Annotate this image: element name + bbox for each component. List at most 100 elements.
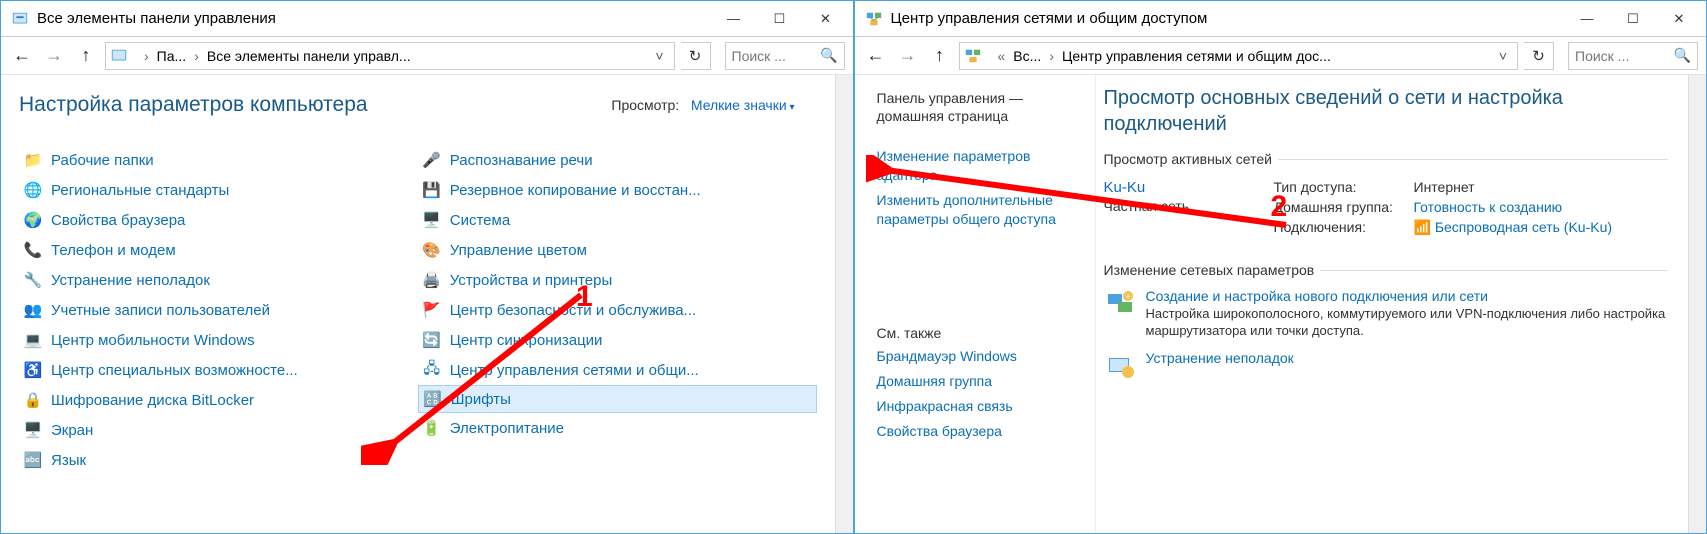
- breadcrumb-sep-icon: ›: [1047, 48, 1056, 64]
- power-icon: 🔋: [422, 418, 442, 438]
- col-2: 🎤Распознавание речи 💾Резервное копирован…: [418, 145, 817, 475]
- font-icon: 🔠: [423, 389, 443, 409]
- troubleshoot-icon: [1104, 350, 1138, 384]
- minimize-button[interactable]: —: [711, 4, 757, 34]
- item-internet-options[interactable]: 🌍Свойства браузера: [19, 205, 418, 235]
- sidebar-link-browser-props[interactable]: Свойства браузера: [877, 422, 1083, 441]
- connections-label: Подключения:: [1274, 219, 1414, 236]
- minimize-button[interactable]: —: [1564, 4, 1610, 34]
- entry-troubleshoot[interactable]: Устранение неполадок: [1104, 350, 1669, 384]
- content-pane: Панель управления — домашняя страница Из…: [855, 75, 1707, 533]
- close-button[interactable]: ✕: [1656, 4, 1702, 34]
- breadcrumb-1[interactable]: Па...: [157, 48, 187, 64]
- window-control-panel: Все элементы панели управления — ☐ ✕ ← →…: [0, 0, 854, 534]
- language-icon: 🔤: [23, 450, 43, 470]
- svg-text:+: +: [1125, 292, 1131, 303]
- refresh-button[interactable]: ↻: [681, 42, 711, 70]
- close-button[interactable]: ✕: [803, 4, 849, 34]
- network-icon: [865, 10, 883, 28]
- breadcrumb-sep-icon: ›: [192, 48, 201, 64]
- wrench-icon: 🔧: [23, 270, 43, 290]
- active-networks-heading: Просмотр активных сетей: [1104, 151, 1669, 167]
- address-bar[interactable]: › Па... › Все элементы панели управл... …: [105, 42, 675, 70]
- entry-new-connection[interactable]: + Создание и настройка нового подключени…: [1104, 288, 1669, 340]
- search-icon: 🔍: [820, 47, 837, 64]
- view-value-link[interactable]: Мелкие значки: [691, 97, 795, 113]
- item-language[interactable]: 🔤Язык: [19, 445, 418, 475]
- content-pane: Настройка параметров компьютера Просмотр…: [1, 75, 853, 533]
- refresh-button[interactable]: ↻: [1524, 42, 1554, 70]
- item-backup[interactable]: 💾Резервное копирование и восстан...: [418, 175, 817, 205]
- control-panel-icon: [110, 47, 128, 65]
- item-system[interactable]: 🖥️Система: [418, 205, 817, 235]
- sidebar-home[interactable]: Панель управления — домашняя страница: [877, 89, 1083, 125]
- page-heading: Просмотр основных сведений о сети и наст…: [1104, 85, 1669, 137]
- chevron-down-icon[interactable]: ˅: [649, 48, 669, 64]
- address-bar[interactable]: « Вс... › Центр управления сетями и общи…: [959, 42, 1519, 70]
- search-placeholder: Поиск ...: [1575, 48, 1629, 64]
- sidebar-link-advanced-sharing[interactable]: Изменить дополнительные параметры общего…: [877, 191, 1083, 229]
- item-speech[interactable]: 🎤Распознавание речи: [418, 145, 817, 175]
- item-sync-center[interactable]: 🔄Центр синхронизации: [418, 325, 817, 355]
- item-work-folders[interactable]: 📁Рабочие папки: [19, 145, 418, 175]
- wifi-signal-icon: 📶: [1414, 219, 1435, 235]
- network-block: Ku-Ku Частная сеть Тип доступа:Интернет …: [1104, 179, 1669, 240]
- item-power[interactable]: 🔋Электропитание: [418, 413, 817, 443]
- item-fonts[interactable]: 🔠Шрифты: [418, 385, 817, 413]
- scrollbar[interactable]: [835, 75, 853, 533]
- window-title: Все элементы панели управления: [37, 10, 711, 27]
- sync-icon: 🔄: [422, 330, 442, 350]
- sidebar-link-adapter-settings[interactable]: Изменение параметров адаптера: [877, 147, 1083, 185]
- network-name[interactable]: Ku-Ku: [1104, 179, 1274, 196]
- back-button[interactable]: ←: [863, 43, 889, 69]
- breadcrumb-sep-icon: ›: [142, 48, 151, 64]
- scrollbar[interactable]: [1688, 75, 1706, 533]
- up-button[interactable]: ↑: [73, 43, 99, 69]
- item-bitlocker[interactable]: 🔒Шифрование диска BitLocker: [19, 385, 418, 415]
- main-content: Просмотр основных сведений о сети и наст…: [1095, 75, 1689, 533]
- entry-desc: Настройка широкополосного, коммутируемог…: [1146, 306, 1669, 340]
- item-ease-of-access[interactable]: ♿Центр специальных возможносте...: [19, 355, 418, 385]
- breadcrumb-2[interactable]: Все элементы панели управл...: [207, 48, 411, 64]
- sidebar: Панель управления — домашняя страница Из…: [855, 75, 1095, 533]
- folder-icon: 📁: [23, 150, 43, 170]
- display-icon: 🖥️: [23, 420, 43, 440]
- item-color-mgmt[interactable]: 🎨Управление цветом: [418, 235, 817, 265]
- item-user-accounts[interactable]: 👥Учетные записи пользователей: [19, 295, 418, 325]
- lock-icon: 🔒: [23, 390, 43, 410]
- sidebar-link-infrared[interactable]: Инфракрасная связь: [877, 397, 1083, 416]
- breadcrumb-2[interactable]: Центр управления сетями и общим дос...: [1062, 48, 1331, 64]
- connections-link[interactable]: 📶 Беспроводная сеть (Ku-Ku): [1414, 219, 1613, 236]
- search-input[interactable]: Поиск ... 🔍: [725, 42, 845, 70]
- item-troubleshoot[interactable]: 🔧Устранение неполадок: [19, 265, 418, 295]
- view-selector: Просмотр: Мелкие значки: [611, 97, 794, 113]
- sidebar-link-firewall[interactable]: Брандмауэр Windows: [877, 347, 1083, 366]
- items-grid: 📁Рабочие папки 🌐Региональные стандарты 🌍…: [19, 145, 817, 475]
- search-input[interactable]: Поиск ... 🔍: [1568, 42, 1698, 70]
- item-mobility-center[interactable]: 💻Центр мобильности Windows: [19, 325, 418, 355]
- maximize-button[interactable]: ☐: [1610, 4, 1656, 34]
- item-network-sharing[interactable]: 🖧Центр управления сетями и общи...: [418, 355, 817, 385]
- forward-button[interactable]: →: [41, 43, 67, 69]
- change-settings-section: Изменение сетевых параметров + Создание …: [1104, 262, 1669, 384]
- item-devices-printers[interactable]: 🖨️Устройства и принтеры: [418, 265, 817, 295]
- sidebar-link-homegroup[interactable]: Домашняя группа: [877, 372, 1083, 391]
- control-panel-icon: [11, 10, 29, 28]
- flag-icon: 🚩: [422, 300, 442, 320]
- maximize-button[interactable]: ☐: [757, 4, 803, 34]
- item-region[interactable]: 🌐Региональные стандарты: [19, 175, 418, 205]
- titlebar: Все элементы панели управления — ☐ ✕: [1, 1, 853, 37]
- item-security-maint[interactable]: 🚩Центр безопасности и обслужива...: [418, 295, 817, 325]
- back-button[interactable]: ←: [9, 43, 35, 69]
- backup-icon: 💾: [422, 180, 442, 200]
- item-phone-modem[interactable]: 📞Телефон и модем: [19, 235, 418, 265]
- homegroup-link[interactable]: Готовность к созданию: [1414, 199, 1563, 215]
- forward-button[interactable]: →: [895, 43, 921, 69]
- item-display[interactable]: 🖥️Экран: [19, 415, 418, 445]
- color-icon: 🎨: [422, 240, 442, 260]
- access-type-label: Тип доступа:: [1274, 179, 1414, 195]
- entry-title: Создание и настройка нового подключения …: [1146, 288, 1669, 304]
- up-button[interactable]: ↑: [927, 43, 953, 69]
- chevron-down-icon[interactable]: ˅: [1493, 48, 1513, 64]
- breadcrumb-1[interactable]: Вс...: [1013, 48, 1041, 64]
